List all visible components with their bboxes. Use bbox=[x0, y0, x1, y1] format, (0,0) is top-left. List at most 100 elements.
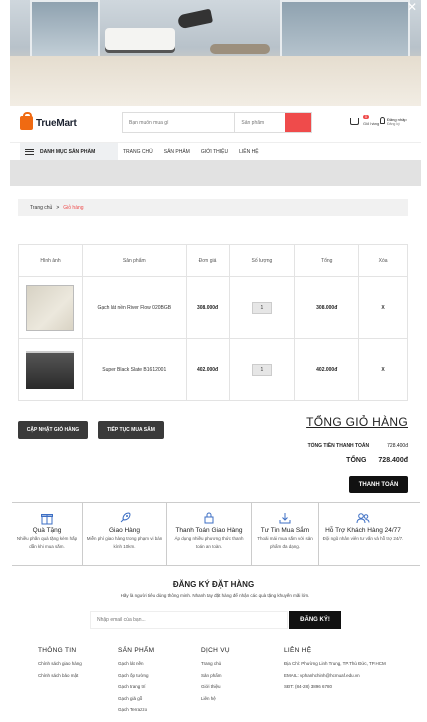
cart-table: Hình ảnh Sản phẩm Đơn giá Số lượng Tổng … bbox=[18, 244, 408, 401]
rocket-icon bbox=[120, 512, 131, 523]
col-header-delete: Xóa bbox=[358, 244, 408, 277]
footer-link[interactable]: Gạch lát nền bbox=[118, 661, 154, 666]
footer-heading: THÔNG TIN bbox=[38, 647, 77, 654]
nav-link-products[interactable]: SẢN PHẨM bbox=[164, 149, 190, 155]
feature-gift: Quà Tặng Nhiều phần quà tặng kèm hấp dẫn… bbox=[12, 503, 83, 565]
subscribe-button[interactable]: ĐĂNG KÝ! bbox=[289, 611, 341, 629]
subtotal-label: TỔNG TIỀN THANH TOÁN bbox=[307, 443, 370, 449]
hero-chair bbox=[176, 8, 214, 30]
cart-icon bbox=[350, 117, 359, 125]
feature-support: Hỗ Trợ Khách Hàng 24/77 Đội ngũ nhân viê… bbox=[319, 503, 407, 565]
footer-link[interactable]: Gạch trang trí bbox=[118, 684, 154, 689]
col-header-quantity: Số lượng bbox=[228, 244, 296, 277]
footer-email[interactable]: EMAIL: vphanhchinh@hcmuaf.edu.vn bbox=[284, 673, 386, 678]
footer-link[interactable]: Chính sách bảo mật bbox=[38, 673, 82, 678]
truemart-bag-icon bbox=[20, 112, 33, 130]
footer-products: SẢN PHẨM Gạch lát nền Gạch ốp tường Gạch… bbox=[118, 647, 154, 719]
total-value: 728.400đ bbox=[378, 457, 408, 464]
search-input[interactable] bbox=[123, 113, 236, 132]
breadcrumb-separator: > bbox=[56, 204, 60, 211]
row-total: 402.000đ bbox=[294, 338, 360, 401]
footer-address: Địa Chỉ: Phường Linh Trung, TP.Thủ Đức, … bbox=[284, 661, 386, 666]
hero-window bbox=[30, 0, 100, 60]
footer-link[interactable]: Gạch ốp tường bbox=[118, 673, 154, 678]
download-icon bbox=[279, 513, 291, 524]
hero-sofa bbox=[105, 28, 175, 50]
nav-link-contact[interactable]: LIÊN HỆ bbox=[239, 149, 258, 155]
login-link[interactable]: Đăng nhập Đăng ký bbox=[380, 117, 407, 126]
footer-heading: LIÊN HỆ bbox=[284, 647, 312, 654]
feature-title: Quà Tặng bbox=[32, 527, 62, 534]
search-button[interactable] bbox=[285, 113, 311, 132]
product-thumbnail[interactable] bbox=[26, 284, 75, 331]
feature-title: Hỗ Trợ Khách Hàng 24/77 bbox=[325, 527, 401, 534]
col-header-price: Đơn giá bbox=[185, 244, 230, 277]
product-thumbnail[interactable] bbox=[26, 350, 75, 389]
footer-link[interactable]: Sản phẩm bbox=[201, 673, 230, 678]
breadcrumb-home[interactable]: Trang chủ bbox=[30, 205, 52, 211]
logo[interactable]: TrueMart bbox=[20, 112, 77, 130]
nav-link-home[interactable]: TRANG CHỦ bbox=[123, 149, 153, 155]
cart-label: Giỏ hàng bbox=[363, 121, 380, 126]
lock-icon bbox=[204, 512, 214, 524]
quantity-input[interactable]: 1 bbox=[251, 301, 272, 314]
col-header-image: Hình ảnh bbox=[18, 244, 83, 277]
row-total: 308.000đ bbox=[294, 276, 360, 339]
product-price: 402.000đ bbox=[185, 338, 230, 401]
support-icon bbox=[356, 513, 370, 524]
footer-link[interactable]: Gạch Terrazzo bbox=[118, 707, 154, 712]
continue-shopping-button[interactable]: TIẾP TỤC MUA SẮM bbox=[98, 421, 164, 439]
site-header: TrueMart 0 Giỏ hàng Đăng nhập Đăng ký bbox=[10, 106, 421, 142]
footer-services: DỊCH VỤ Trang chủ Sản phẩm Giới thiệu Li… bbox=[201, 647, 230, 707]
hero-floor bbox=[10, 56, 421, 106]
update-cart-button[interactable]: CẬP NHẬT GIỎ HÀNG bbox=[18, 421, 88, 439]
footer-link[interactable]: Giới thiệu bbox=[201, 684, 230, 689]
product-image-cell bbox=[18, 338, 83, 401]
footer-link[interactable]: Chính sách giao hàng bbox=[38, 661, 82, 666]
feature-desc: Đội ngũ nhân viên tư vấn và hỗ trợ 24/7. bbox=[322, 536, 404, 541]
user-icon bbox=[380, 117, 385, 124]
footer-contact: LIÊN HỆ Địa Chỉ: Phường Linh Trung, TP.T… bbox=[284, 647, 386, 696]
nav-link-about[interactable]: GIỚI THIỆU bbox=[201, 149, 228, 155]
hero-banner: ✕ bbox=[10, 0, 421, 106]
category-menu-button[interactable]: DANH MỤC SẢN PHẨM bbox=[20, 143, 118, 161]
col-header-total: Tổng bbox=[294, 244, 360, 277]
feature-desc: Miễn phí giao hàng trong phạm vi bán kín… bbox=[86, 536, 163, 549]
gift-icon bbox=[41, 514, 53, 525]
nav-links: TRANG CHỦ SẢN PHẨM GIỚI THIỆU LIÊN HỆ bbox=[123, 143, 259, 161]
product-name[interactable]: Super Black Slate B1612001 bbox=[81, 338, 187, 401]
table-row: Gạch lát nền River Flow 020BGB 308.000đ … bbox=[18, 276, 408, 339]
product-image-cell bbox=[18, 276, 83, 339]
feature-confidence: Tư Tin Mua Sắm Thoải mái mua sắm với sản… bbox=[252, 503, 319, 565]
subtotal-value: 728.400đ bbox=[387, 443, 408, 449]
checkout-button[interactable]: THANH TOÁN bbox=[349, 476, 408, 493]
quantity-cell: 1 bbox=[228, 276, 296, 339]
delete-button[interactable]: X bbox=[358, 338, 408, 401]
footer-link[interactable]: Liên hệ bbox=[201, 696, 230, 701]
footer-link[interactable]: Gạch giả gỗ bbox=[118, 696, 154, 701]
footer-link[interactable]: Trang chủ bbox=[201, 661, 230, 666]
menu-icon bbox=[25, 149, 34, 155]
breadcrumb-current: Giỏ hàng bbox=[63, 204, 84, 211]
table-header-row: Hình ảnh Sản phẩm Đơn giá Số lượng Tổng … bbox=[18, 244, 408, 277]
quantity-cell: 1 bbox=[228, 338, 296, 401]
feature-desc: Nhiều phần quà tặng kèm hấp dẫn khi mua … bbox=[16, 536, 78, 549]
total-row: TỔNG 728.400đ bbox=[346, 457, 408, 464]
feature-shipping: Giao Hàng Miễn phí giao hàng trong phạm … bbox=[83, 503, 167, 565]
feature-desc: Thoải mái mua sắm với sản phẩm đa dạng. bbox=[257, 536, 313, 549]
logo-text: TrueMart bbox=[36, 117, 77, 129]
footer-info: THÔNG TIN Chính sách giao hàng Chính sác… bbox=[38, 647, 82, 684]
total-label: TỔNG bbox=[346, 457, 367, 464]
delete-button[interactable]: X bbox=[358, 276, 408, 339]
cart-total-title: TỔNG GIỎ HÀNG bbox=[306, 415, 408, 429]
search-category-input[interactable] bbox=[235, 113, 286, 132]
cart-link[interactable]: 0 Giỏ hàng bbox=[350, 115, 380, 126]
product-name[interactable]: Gạch lát nền River Flow 020BGB bbox=[81, 276, 187, 339]
close-icon[interactable]: ✕ bbox=[407, 1, 417, 13]
feature-payment: Thanh Toán Giao Hàng Áp dụng nhiều phươn… bbox=[167, 503, 252, 565]
product-price: 308.000đ bbox=[185, 276, 230, 339]
email-field[interactable] bbox=[90, 611, 288, 629]
category-menu-label: DANH MỤC SẢN PHẨM bbox=[40, 149, 96, 155]
search-bar bbox=[122, 112, 312, 133]
quantity-input[interactable]: 1 bbox=[251, 363, 272, 376]
